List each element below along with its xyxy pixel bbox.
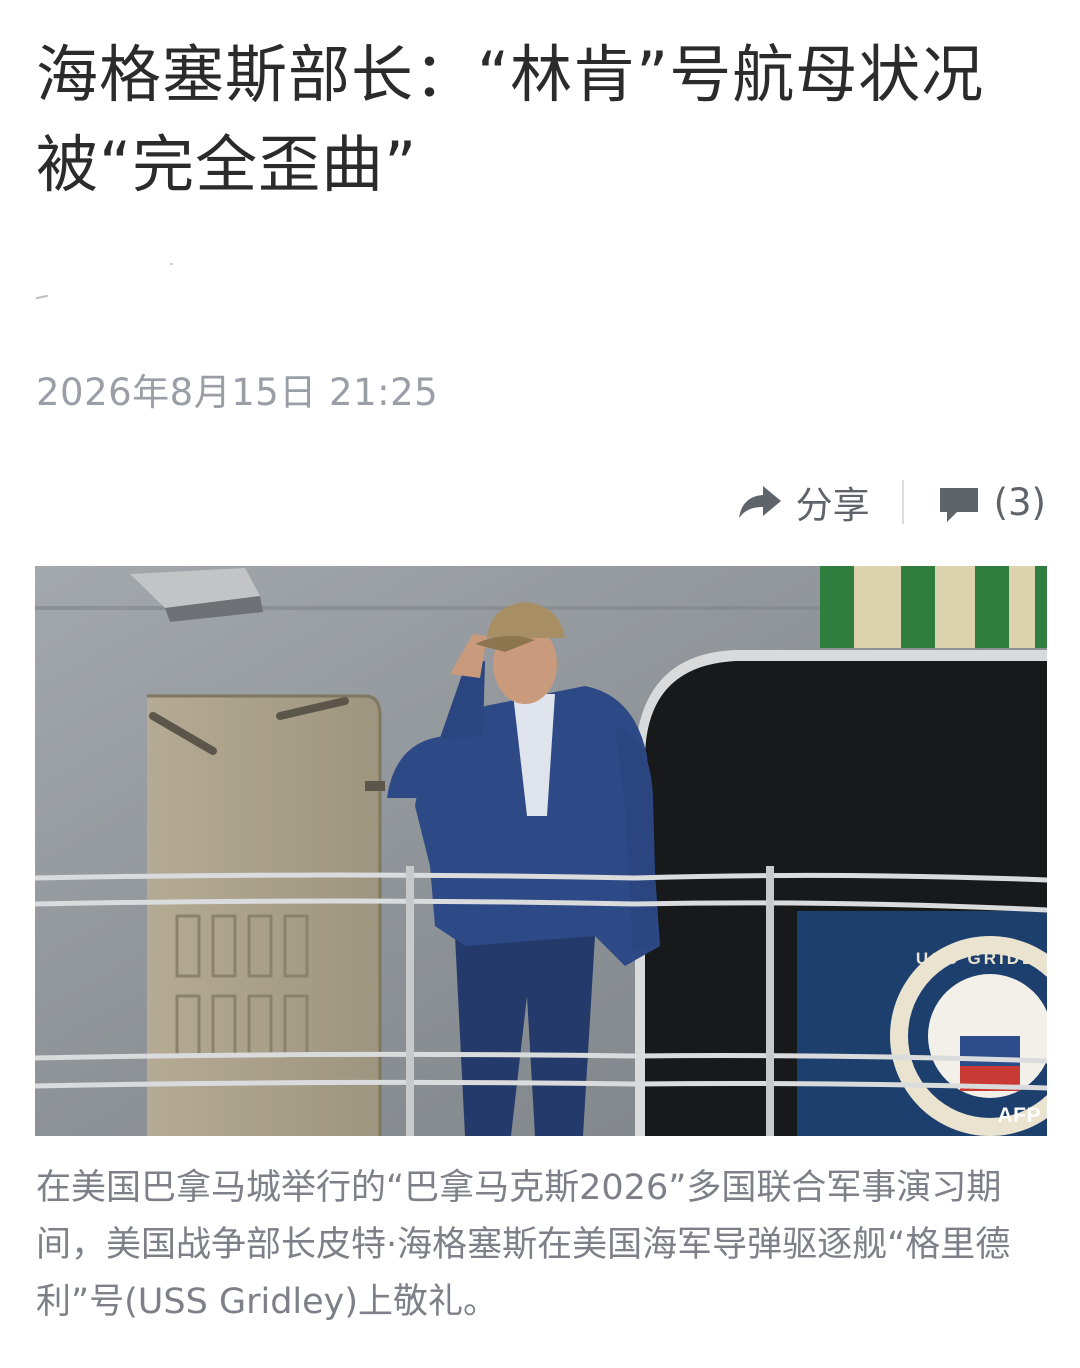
- article-title: 海格塞斯部长：“林肯”号航母状况被“完全歪曲”: [36, 38, 985, 201]
- comments-button[interactable]: (3): [938, 480, 1046, 524]
- comment-bubble-icon: [939, 488, 978, 522]
- byline-placeholder-mark: [35, 294, 49, 300]
- article-photo: USS GRIDLEY AFP: [35, 566, 1047, 1136]
- article-actions: 分享 (3): [738, 475, 1046, 529]
- share-label: 分享: [795, 484, 870, 527]
- share-button[interactable]: 分享: [738, 475, 870, 529]
- byline-placeholder: [170, 263, 173, 265]
- photo-illustration: USS GRIDLEY: [35, 566, 1047, 1136]
- flag-text: USS GRIDLEY: [916, 949, 1047, 968]
- photo-caption: 在美国巴拿马城举行的“巴拿马克斯2026”多国联合军事演习期间，美国战争部长皮特…: [36, 1168, 1011, 1322]
- share-arrow-icon: [738, 486, 781, 518]
- publish-date: 2026年8月15日 21:25: [36, 371, 439, 414]
- comment-count: (3): [993, 480, 1046, 524]
- action-divider: [901, 480, 904, 524]
- photo-credit: AFP: [997, 1104, 1041, 1127]
